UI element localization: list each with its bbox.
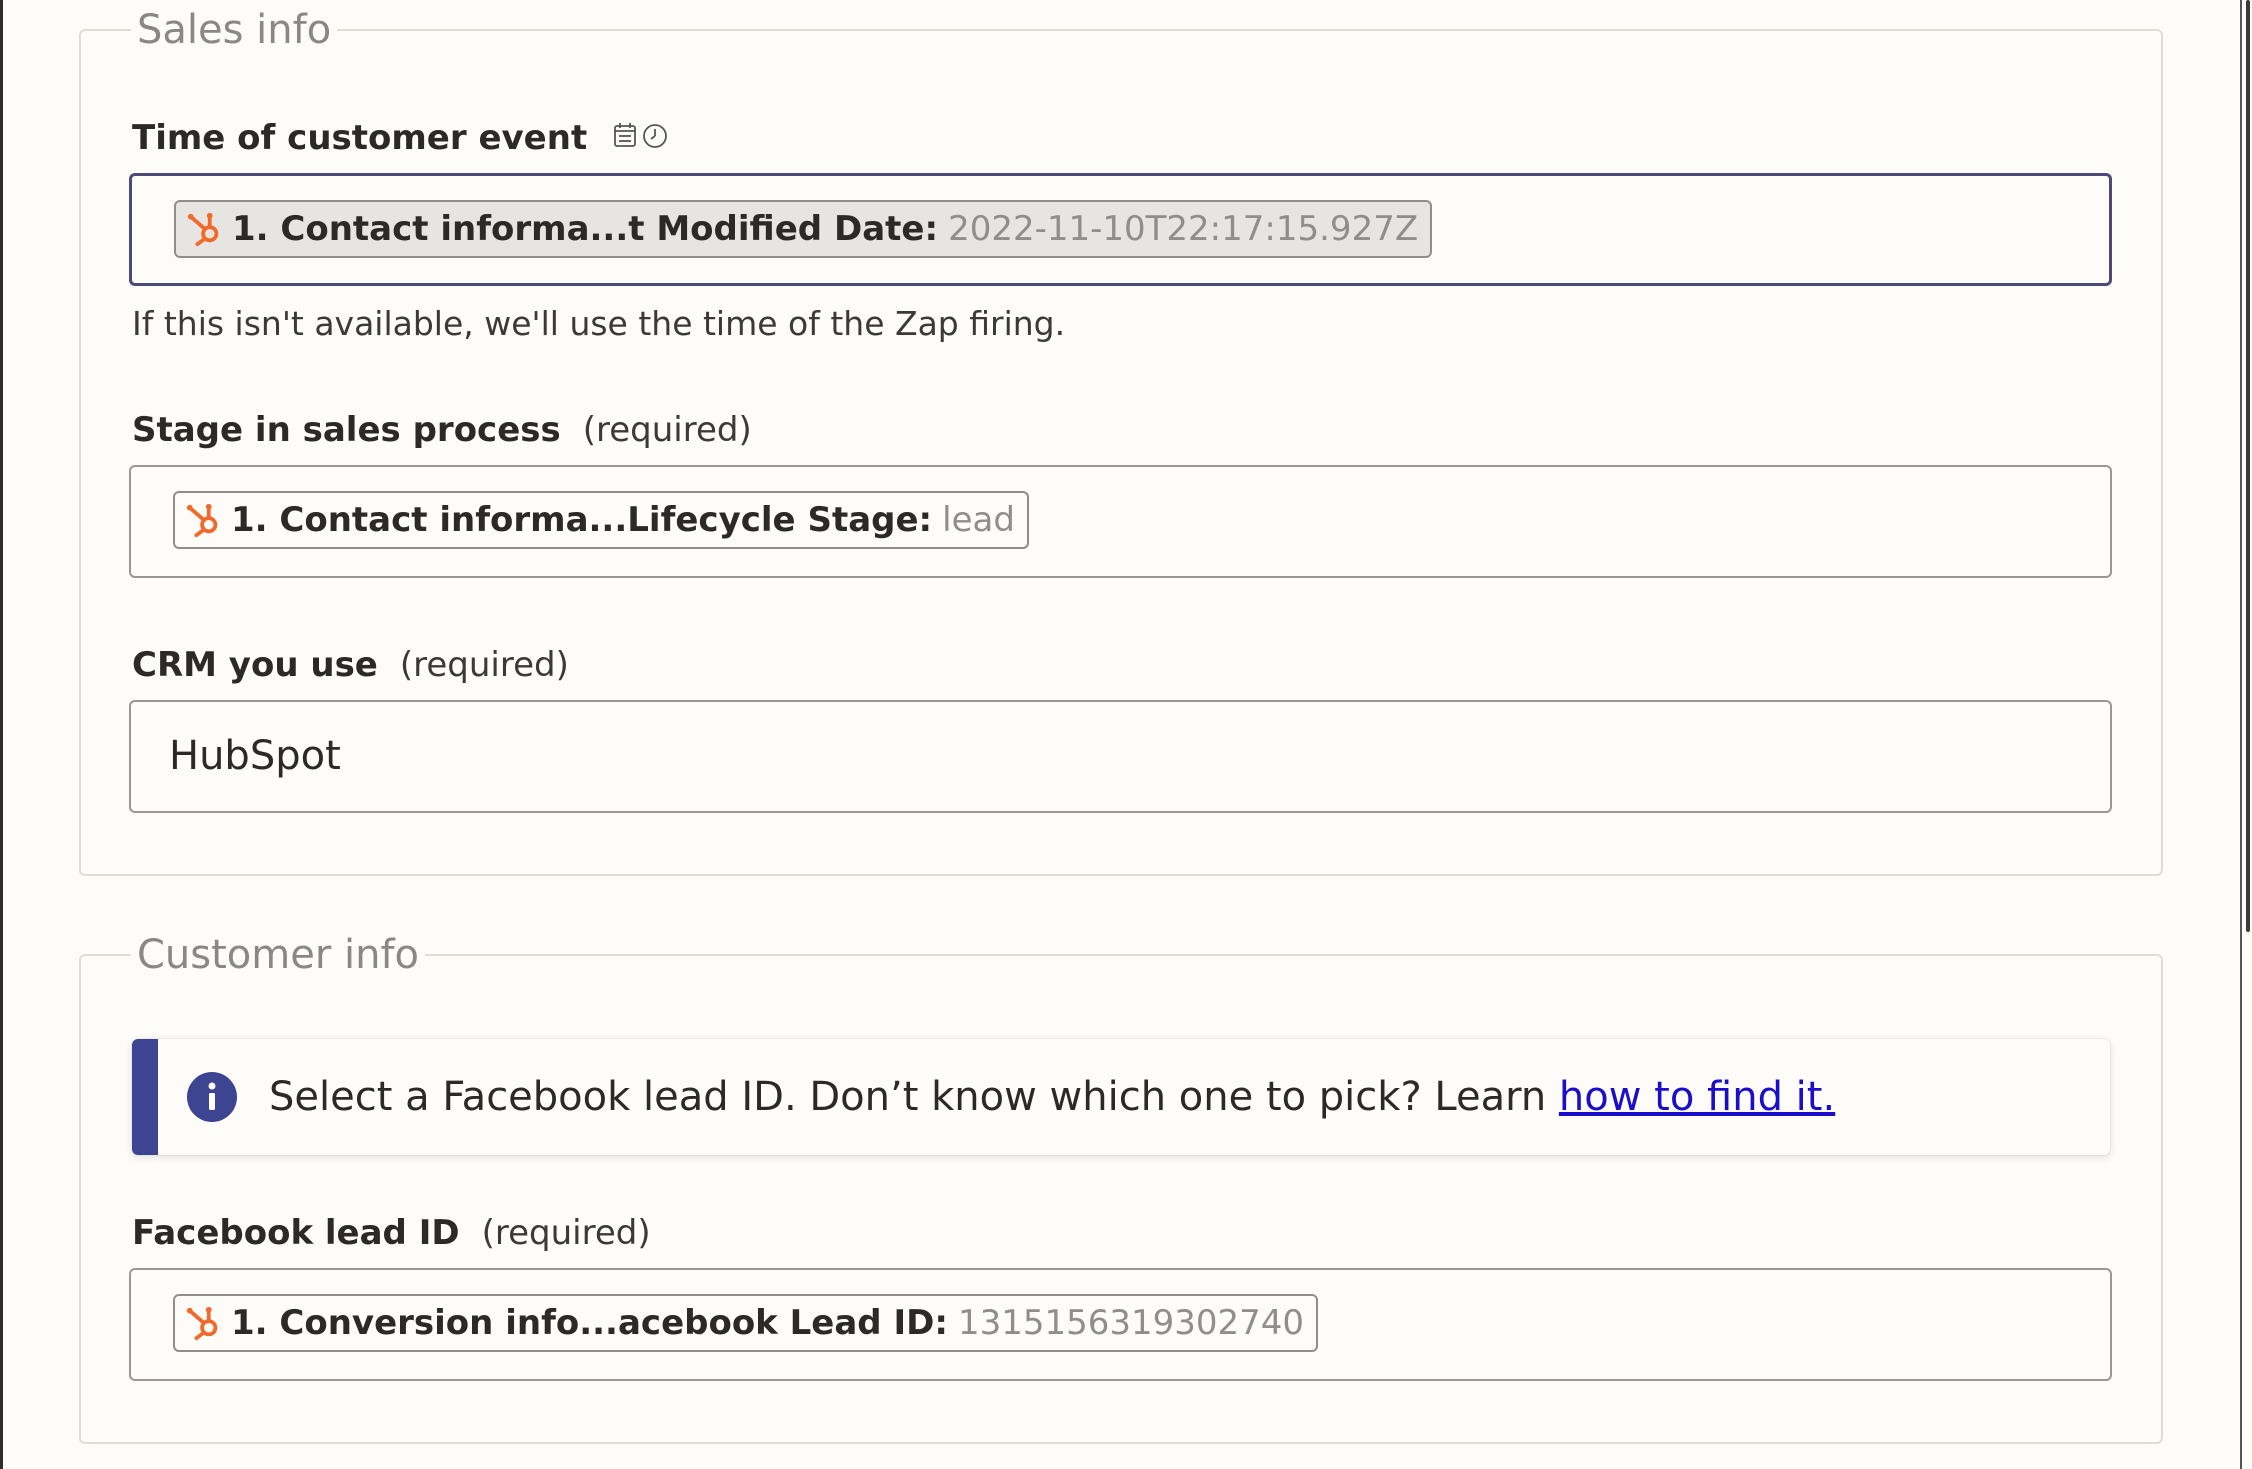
lead-id-required-marker: (required) <box>481 1213 651 1253</box>
lead-id-pill-value: 1315156319302740 <box>957 1303 1305 1343</box>
sales-info-legend: Sales info <box>137 7 332 53</box>
hubspot-icon <box>186 503 218 538</box>
time-of-event-pill[interactable]: 1. Contact informa...t Modified Date: 20… <box>174 200 1433 258</box>
alert-message: Select a Facebook lead ID. Don’t know wh… <box>269 1039 1835 1155</box>
hubspot-icon <box>186 1306 218 1341</box>
how-to-find-it-link[interactable]: how to find it. <box>1559 1074 1835 1120</box>
scrollbar-thumb[interactable] <box>2246 0 2250 932</box>
crm-label-text: CRM you use <box>132 645 378 685</box>
date-time-icons <box>613 120 671 160</box>
info-icon <box>187 1072 237 1122</box>
time-of-event-label-text: Time of customer event <box>132 118 588 158</box>
alert-accent-bar <box>132 1039 158 1155</box>
facebook-lead-id-input[interactable]: 1. Conversion info...acebook Lead ID: 13… <box>129 1268 2112 1381</box>
alert-text: Select a Facebook lead ID. Don’t know wh… <box>269 1074 1559 1120</box>
vertical-scrollbar[interactable] <box>2240 0 2252 1469</box>
facebook-lead-id-label: Facebook lead ID (required) <box>132 1213 651 1253</box>
stage-pill[interactable]: 1. Contact informa...Lifecycle Stage: le… <box>173 491 1029 549</box>
crm-required-marker: (required) <box>399 645 569 685</box>
time-pill-label: 1. Contact informa...t Modified Date: <box>232 209 939 249</box>
time-of-event-label: Time of customer event <box>132 118 671 160</box>
lead-id-pill[interactable]: 1. Conversion info...acebook Lead ID: 13… <box>173 1294 1319 1352</box>
facebook-lead-id-label-text: Facebook lead ID <box>132 1213 460 1253</box>
stage-input[interactable]: 1. Contact informa...Lifecycle Stage: le… <box>129 465 2112 578</box>
time-pill-value: 2022-11-10T22:17:15.927Z <box>948 209 1419 249</box>
time-of-event-help-text: If this isn't available, we'll use the t… <box>132 304 1066 343</box>
crm-input-value: HubSpot <box>169 733 341 779</box>
stage-required-marker: (required) <box>582 410 752 450</box>
stage-label: Stage in sales process (required) <box>132 410 752 450</box>
hubspot-icon <box>187 212 219 247</box>
customer-info-legend: Customer info <box>137 932 420 978</box>
info-alert: Select a Facebook lead ID. Don’t know wh… <box>132 1039 2110 1155</box>
stage-pill-value: lead <box>942 500 1015 540</box>
lead-id-pill-label: 1. Conversion info...acebook Lead ID: <box>231 1303 948 1343</box>
clock-icon <box>643 123 667 148</box>
crm-label: CRM you use (required) <box>132 645 569 685</box>
stage-pill-label: 1. Contact informa...Lifecycle Stage: <box>231 500 933 540</box>
stage-label-text: Stage in sales process <box>132 410 561 450</box>
crm-input[interactable]: HubSpot <box>129 700 2112 813</box>
calendar-icon <box>614 122 636 147</box>
time-of-event-input[interactable]: 1. Contact informa...t Modified Date: 20… <box>129 173 2112 286</box>
calendar-clock-icon <box>614 122 667 148</box>
